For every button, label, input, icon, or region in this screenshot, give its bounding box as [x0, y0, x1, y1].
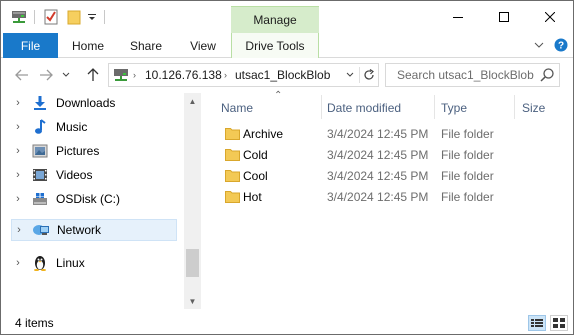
ribbon-tabs: File Home Share View Drive Tools ? [1, 33, 573, 58]
scroll-down-arrow-icon[interactable]: ▼ [184, 293, 201, 309]
linux-penguin-icon [31, 255, 49, 271]
nav-item-pictures[interactable]: › Pictures [11, 140, 177, 162]
close-button[interactable] [527, 1, 573, 33]
column-header-size[interactable]: Size [522, 97, 545, 119]
nav-item-network[interactable]: › Network [11, 219, 177, 241]
expand-chevron-icon[interactable]: › [12, 224, 26, 236]
nav-item-osdisk[interactable]: › OSDisk (C:) [11, 188, 177, 210]
breadcrumb-share[interactable]: utsac1_BlockBlob [235, 64, 330, 86]
nav-item-videos[interactable]: › Videos [11, 164, 177, 186]
file-type: File folder [441, 189, 494, 204]
file-type: File folder [441, 147, 494, 162]
nav-label: Linux [56, 256, 85, 270]
tab-view[interactable]: View [178, 33, 228, 58]
file-date: 3/4/2024 12:45 PM [327, 189, 429, 204]
file-date: 3/4/2024 12:45 PM [327, 126, 429, 141]
column-header-date[interactable]: Date modified [327, 97, 401, 119]
scrollbar-thumb[interactable] [186, 249, 199, 277]
expand-chevron-icon[interactable]: › [11, 97, 25, 109]
expand-ribbon-icon[interactable] [531, 37, 547, 53]
network-drive-icon [9, 7, 29, 27]
breadcrumb-separator-icon[interactable]: › [224, 64, 227, 86]
list-item[interactable]: Cold 3/4/2024 12:45 PM File folder [220, 144, 500, 165]
folder-icon [225, 191, 240, 203]
nav-label: Network [57, 223, 102, 237]
list-item[interactable]: Archive 3/4/2024 12:45 PM File folder [220, 123, 500, 144]
windows-drive-icon [31, 191, 49, 207]
breadcrumb-host[interactable]: 10.126.76.138 [145, 64, 222, 86]
file-date: 3/4/2024 12:45 PM [327, 168, 429, 183]
tab-share[interactable]: Share [121, 33, 171, 58]
nav-label: Downloads [56, 96, 116, 110]
nav-item-music[interactable]: › Music [11, 116, 177, 138]
nav-label: OSDisk (C:) [56, 192, 120, 206]
download-arrow-icon [31, 95, 49, 111]
recent-locations-button[interactable] [59, 64, 73, 86]
search-input[interactable]: Search utsac1_BlockBlob [397, 64, 534, 86]
file-date: 3/4/2024 12:45 PM [327, 147, 429, 162]
scroll-up-arrow-icon[interactable]: ▲ [184, 93, 201, 109]
expand-chevron-icon[interactable]: › [11, 121, 25, 133]
search-icon[interactable] [539, 67, 555, 83]
status-bar: 4 items [1, 312, 573, 334]
nav-label: Videos [56, 168, 93, 182]
tab-file[interactable]: File [3, 33, 58, 58]
address-history-dropdown[interactable] [344, 64, 356, 86]
folder-icon [225, 128, 240, 140]
navigation-scrollbar[interactable]: ▲ ▼ [184, 93, 201, 309]
expand-chevron-icon[interactable]: › [11, 193, 25, 205]
address-row: › 10.126.76.138 › utsac1_BlockBlob Searc… [1, 60, 573, 90]
list-item[interactable]: Cool 3/4/2024 12:45 PM File folder [220, 165, 500, 186]
file-list: ⌃ Name Date modified Type Size Archive 3… [201, 90, 573, 312]
tab-drive-tools[interactable]: Drive Tools [231, 33, 319, 58]
forward-button[interactable] [36, 64, 56, 86]
file-name: Cold [243, 147, 268, 162]
music-note-icon [31, 119, 49, 135]
column-header-type[interactable]: Type [441, 97, 467, 119]
svg-text:?: ? [558, 41, 564, 52]
back-button[interactable] [12, 64, 32, 86]
folder-icon [225, 170, 240, 182]
title-bar: Manage [1, 1, 573, 33]
file-type: File folder [441, 126, 494, 141]
pictures-icon [31, 143, 49, 159]
network-drive-icon [113, 64, 131, 86]
network-icon [32, 222, 50, 238]
nav-label: Music [56, 120, 88, 134]
nav-item-downloads[interactable]: › Downloads [11, 92, 177, 114]
explorer-window: Manage File Home Share View Drive Tools … [0, 0, 574, 335]
search-box[interactable]: Search utsac1_BlockBlob [385, 63, 560, 87]
expand-chevron-icon[interactable]: › [11, 145, 25, 157]
expand-chevron-icon[interactable]: › [11, 257, 25, 269]
nav-label: Pictures [56, 144, 100, 158]
refresh-icon[interactable] [362, 64, 376, 86]
breadcrumb-separator-icon[interactable]: › [133, 64, 136, 86]
tab-home[interactable]: Home [63, 33, 113, 58]
expand-chevron-icon[interactable]: › [11, 169, 25, 181]
properties-icon[interactable] [41, 7, 61, 27]
manage-contextual-header: Manage [231, 6, 319, 33]
up-button[interactable] [83, 64, 103, 86]
help-icon[interactable]: ? [553, 37, 569, 53]
file-type: File folder [441, 168, 494, 183]
item-count: 4 items [15, 316, 54, 330]
column-header-name[interactable]: Name [221, 97, 253, 119]
new-folder-icon[interactable] [64, 7, 84, 27]
file-name: Hot [243, 189, 262, 204]
film-icon [31, 167, 49, 183]
customize-toolbar-icon[interactable] [85, 7, 99, 27]
list-item[interactable]: Hot 3/4/2024 12:45 PM File folder [220, 186, 500, 207]
file-name: Archive [243, 126, 284, 141]
address-bar[interactable]: › 10.126.76.138 › utsac1_BlockBlob [108, 63, 379, 87]
file-name: Cool [243, 168, 268, 183]
minimize-button[interactable] [435, 1, 481, 33]
details-view-icon[interactable] [528, 315, 546, 331]
maximize-button[interactable] [481, 1, 527, 33]
nav-item-linux[interactable]: › Linux [11, 252, 177, 274]
sort-ascending-icon: ⌃ [274, 90, 283, 101]
folder-icon [225, 149, 240, 161]
large-icons-view-icon[interactable] [550, 315, 568, 331]
navigation-pane: › Downloads › Music › Pictures › Videos … [1, 90, 201, 312]
